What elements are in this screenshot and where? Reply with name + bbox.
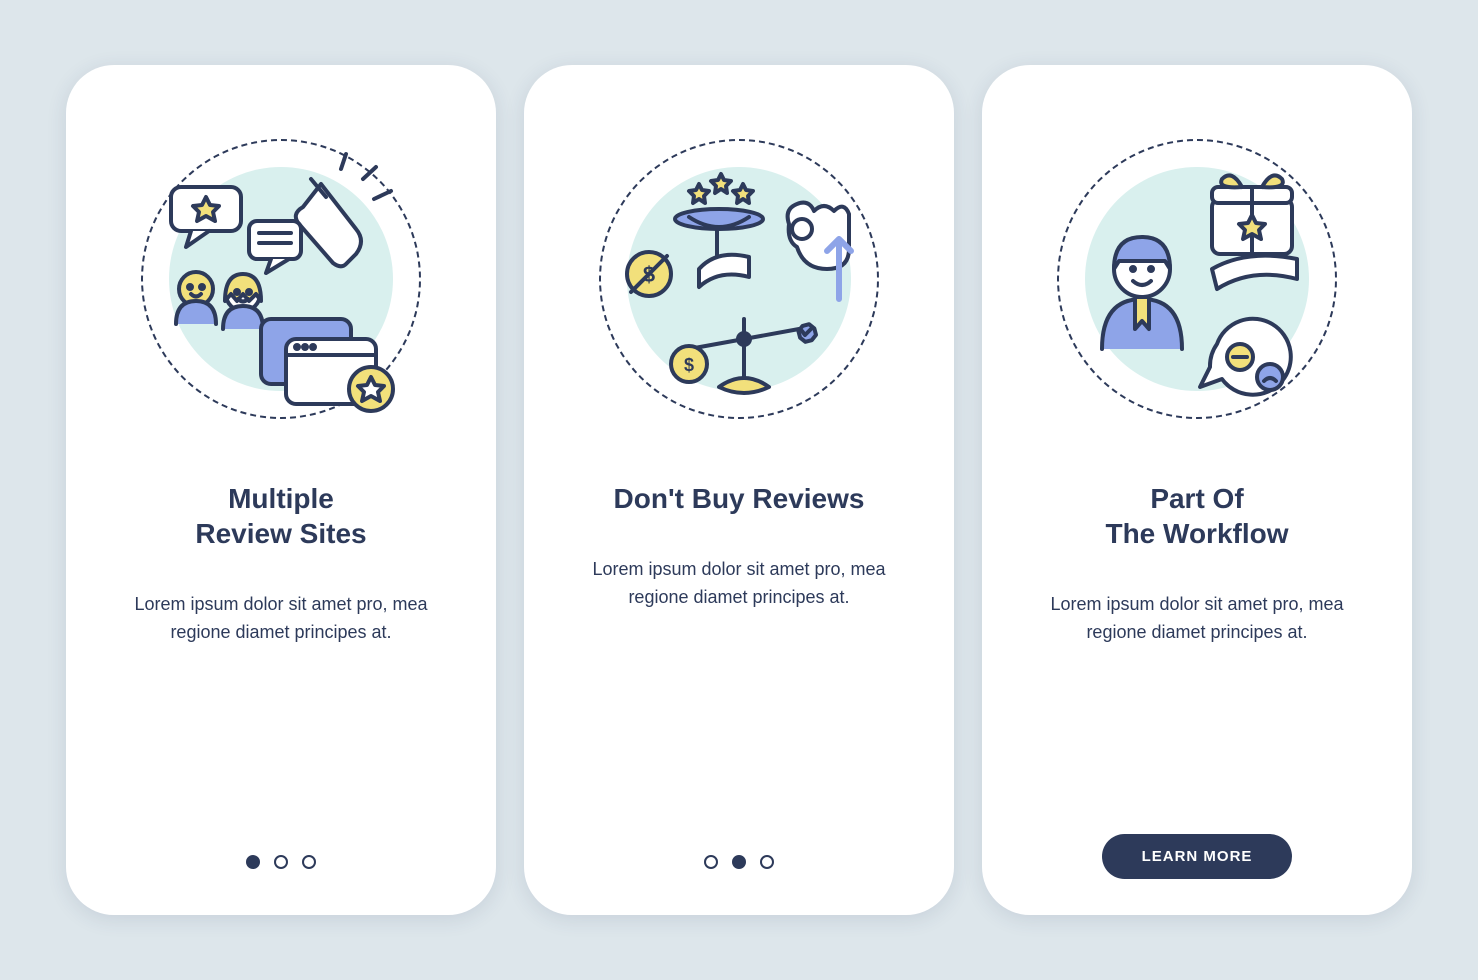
screen-description: Lorem ipsum dolor sit amet pro, mea regi… (1037, 591, 1357, 647)
illustration-dont-buy-reviews: $ $ (589, 129, 889, 429)
svg-text:$: $ (684, 355, 694, 375)
screen-description: Lorem ipsum dolor sit amet pro, mea regi… (121, 591, 441, 647)
screen-title: Don't Buy Reviews (614, 481, 865, 516)
page-dot-1[interactable] (246, 855, 260, 869)
page-dot-3[interactable] (760, 855, 774, 869)
onboarding-screen-3: Part Of The Workflow Lorem ipsum dolor s… (982, 65, 1412, 915)
page-dot-3[interactable] (302, 855, 316, 869)
screen-title: Multiple Review Sites (195, 481, 366, 551)
page-dot-2[interactable] (274, 855, 288, 869)
page-dot-1[interactable] (704, 855, 718, 869)
page-dot-2[interactable] (732, 855, 746, 869)
page-indicator (704, 855, 774, 869)
onboarding-screen-1: Multiple Review Sites Lorem ipsum dolor … (66, 65, 496, 915)
screen-title: Part Of The Workflow (1105, 481, 1288, 551)
learn-more-button[interactable]: LEARN MORE (1102, 834, 1293, 879)
page-indicator (246, 855, 316, 869)
screen-description: Lorem ipsum dolor sit amet pro, mea regi… (579, 556, 899, 612)
illustration-part-of-workflow (1047, 129, 1347, 429)
illustration-multiple-review-sites (131, 129, 431, 429)
onboarding-screen-2: $ $ Don't Buy Reviews Lorem ipsum dolor … (524, 65, 954, 915)
